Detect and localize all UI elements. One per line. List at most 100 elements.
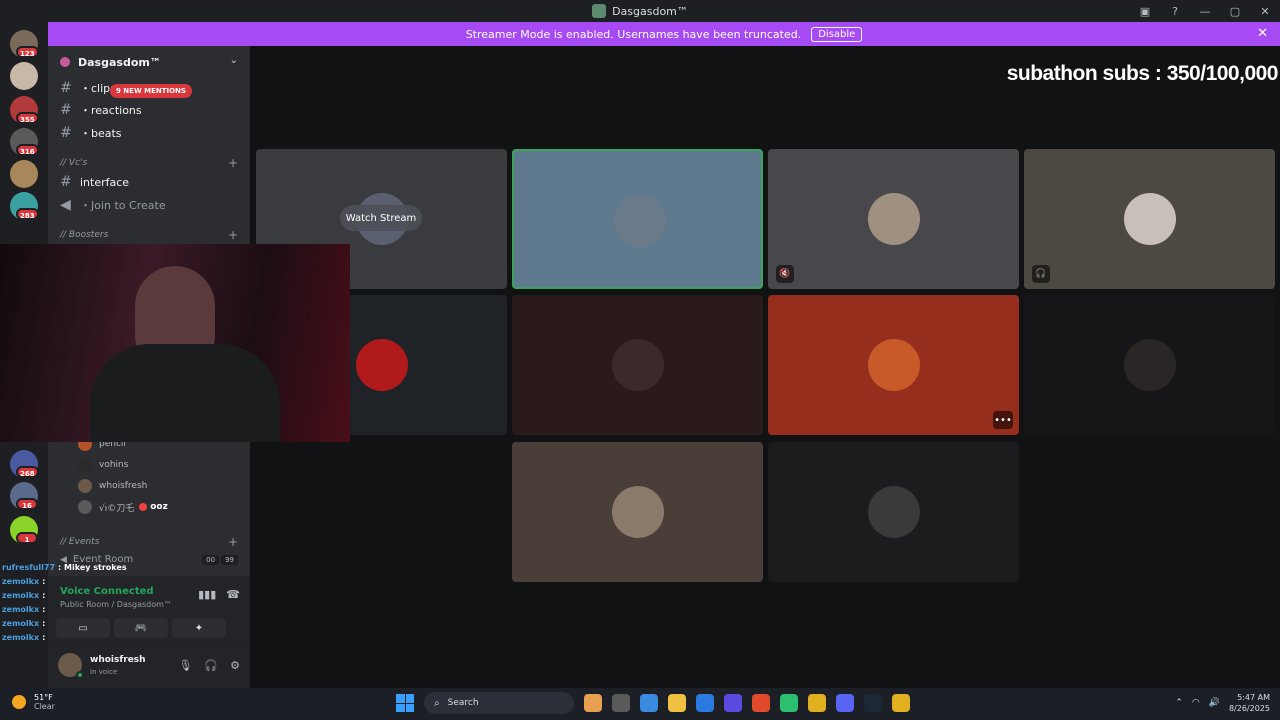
taskbar-app-icon[interactable] [668,694,686,712]
voice-user[interactable]: √ı©刀乇 ooz [78,498,168,516]
taskbar-app-icon[interactable] [864,694,882,712]
chat-text: : Mikey strokes [58,562,127,572]
add-channel-icon[interactable]: + [228,156,238,170]
guild-name: Dasgasdom™ [78,55,161,69]
watch-stream-button[interactable]: Watch Stream [340,205,422,231]
event-room-counts: 00 99 [202,555,238,565]
taskbar-app-icon[interactable] [892,694,910,712]
inbox-icon[interactable]: ▣ [1130,5,1160,18]
headphones-icon[interactable]: 🎧 [204,659,218,672]
help-icon[interactable]: ? [1160,5,1190,18]
participant-tile[interactable] [512,295,763,435]
microphone-icon[interactable]: 🎙 [178,659,192,672]
server-icon[interactable] [10,62,38,90]
channel-label: interface [80,175,130,189]
windows-start-icon[interactable] [396,694,414,712]
avatar [614,195,666,247]
taskbar-apps: ⌕ Search [396,692,910,714]
taskbar-app-icon[interactable] [724,694,742,712]
status-icon: 🎧 [1032,265,1050,283]
chat-text: : [42,618,46,628]
close-window-button[interactable]: ✕ [1250,5,1280,18]
hash-icon: # [60,174,72,190]
soundboard-button[interactable]: ✦ [172,618,226,638]
taskbar-app-icon[interactable] [808,694,826,712]
avatar [1124,339,1176,391]
guild-icon [60,57,70,67]
chevron-up-icon[interactable]: ⌃ [1175,698,1183,708]
avatar [78,479,92,493]
tag-icon [139,503,148,511]
participant-tile[interactable]: 🔇 [768,149,1019,289]
channel-clips[interactable]: # ・clips [60,78,116,98]
taskbar-app-icon[interactable] [584,694,602,712]
taskbar-app-icon[interactable] [836,694,854,712]
participant-tile[interactable] [512,149,763,289]
category-vcs[interactable]: // Vc's [60,158,87,168]
chevron-down-icon[interactable]: ⌄ [230,55,238,66]
guild-header[interactable]: Dasgasdom™ ⌄ [48,46,250,78]
channel-label: ・reactions [80,104,142,117]
channel-reactions[interactable]: # ・reactions [60,100,142,120]
taskbar-app-icon[interactable] [612,694,630,712]
chat-user: zemolkx [2,618,40,628]
chat-text: : [42,604,46,614]
waveform-icon[interactable]: ▮▮▮ [198,588,216,601]
add-channel-icon[interactable]: + [228,535,238,549]
more-options-icon[interactable]: ••• [993,411,1013,429]
taskbar-search[interactable]: ⌕ Search [424,692,574,714]
window-controls: ▣ ? — ▢ ✕ [1130,0,1280,22]
disable-streamer-mode-button[interactable]: Disable [811,26,863,42]
avatar [356,339,408,391]
taskbar-app-icon[interactable] [696,694,714,712]
minimize-button[interactable]: — [1190,5,1220,18]
voice-user-name: whoisfresh [99,481,148,491]
username[interactable]: whoisfresh [90,655,146,665]
category-boosters[interactable]: // Boosters [60,230,108,240]
search-icon: ⌕ [434,697,440,709]
add-channel-icon[interactable]: + [228,228,238,242]
user-panel: whoisfresh In voice 🎙 🎧 ⚙ [48,646,250,688]
chat-message: rufresfull77: Mikey strokes [2,560,152,574]
category-events[interactable]: // Events [60,537,99,547]
channel-join-to-create[interactable]: ◀ ・Join to Create [60,195,166,215]
voice-user-name: √ı©刀乇 [99,503,135,514]
user-tag: ooz [150,502,168,512]
avatar [612,486,664,538]
window-titlebar: Dasgasdom™ ▣ ? — ▢ ✕ [0,0,1280,22]
maximize-button[interactable]: ▢ [1220,5,1250,18]
hangup-icon[interactable]: ☎ [226,588,240,601]
chat-user: zemolkx [2,632,40,642]
gear-icon[interactable]: ⚙ [230,659,240,672]
unread-badge: 355 [16,112,39,124]
wifi-icon[interactable]: ◠ [1192,698,1200,708]
avatar [78,500,92,514]
participant-tile[interactable] [512,442,763,582]
voice-user[interactable]: whoisfresh [78,477,147,495]
avatar [1124,193,1176,245]
volume-icon[interactable]: 🔊 [1209,698,1220,708]
weather-temp: 51°F [34,693,53,702]
participant-tile[interactable]: 🎧 [1024,149,1275,289]
hash-icon: # [60,102,72,118]
status-icon: 🔇 [776,265,794,283]
participant-tile[interactable] [768,442,1019,582]
participant-tile[interactable] [1024,295,1275,435]
voice-user[interactable]: vohins [78,456,128,474]
weather-widget[interactable]: 51°F Clear [12,693,55,711]
server-icon[interactable] [10,160,38,188]
taskbar-app-icon[interactable] [752,694,770,712]
channel-interface[interactable]: # interface [60,172,129,192]
new-mentions-badge[interactable]: 9 NEW MENTIONS [110,84,192,98]
clock[interactable]: 5:47 AM 8/26/2025 [1229,692,1270,714]
taskbar-app-icon[interactable] [640,694,658,712]
taskbar-app-icon[interactable] [780,694,798,712]
subathon-counter: subathon subs : 350/100,000 [1006,62,1279,85]
chat-message: zemolkx: [2,630,152,644]
banner-close-icon[interactable]: ✕ [1257,26,1268,41]
avatar [868,486,920,538]
chat-user: zemolkx [2,576,40,586]
channel-beats[interactable]: # ・beats [60,123,122,143]
chat-text: : [42,632,46,642]
participant-tile[interactable]: ••• [768,295,1019,435]
